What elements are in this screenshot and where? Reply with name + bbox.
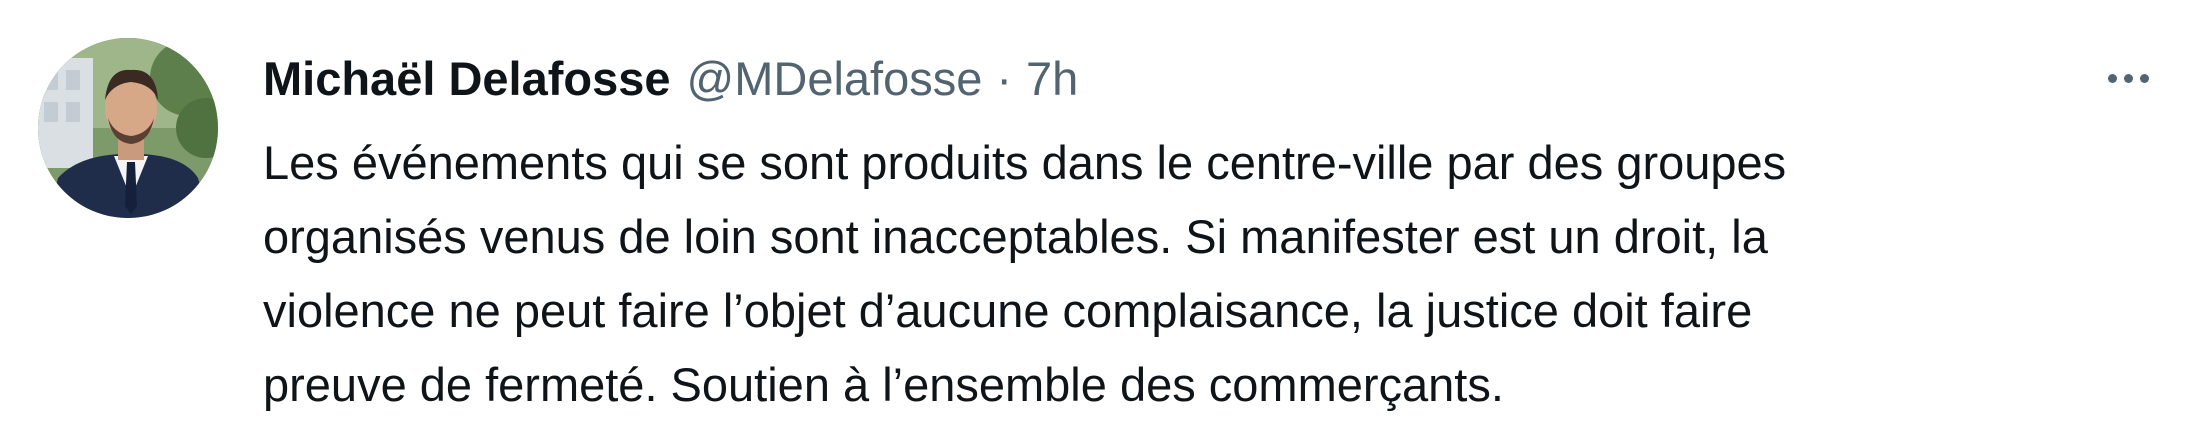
tweet-text-line: violence ne peut faire l’objet d’aucune … [263, 284, 1753, 337]
tweet-text-line: Les événements qui se sont produits dans… [263, 136, 1787, 189]
tweet-card[interactable]: Michaël Delafosse @MDelafosse · 7h Les é… [0, 0, 2200, 436]
author-handle[interactable]: @MDelafosse [687, 44, 983, 114]
more-horizontal-icon [2107, 73, 2149, 83]
tweet-header: Michaël Delafosse @MDelafosse · 7h [263, 44, 1078, 114]
tweet-text-line: preuve de fermeté. Soutien à l’ensemble … [263, 358, 1504, 411]
tweet-timestamp[interactable]: 7h [1026, 44, 1078, 114]
author-display-name[interactable]: Michaël Delafosse [263, 44, 671, 114]
tweet-text: Les événements qui se sont produits dans… [263, 126, 2163, 422]
more-options-button[interactable] [2096, 52, 2160, 104]
separator-dot: · [996, 52, 1013, 105]
tweet-text-line: organisés venus de loin sont inacceptabl… [263, 210, 1768, 263]
avatar[interactable] [38, 38, 218, 218]
